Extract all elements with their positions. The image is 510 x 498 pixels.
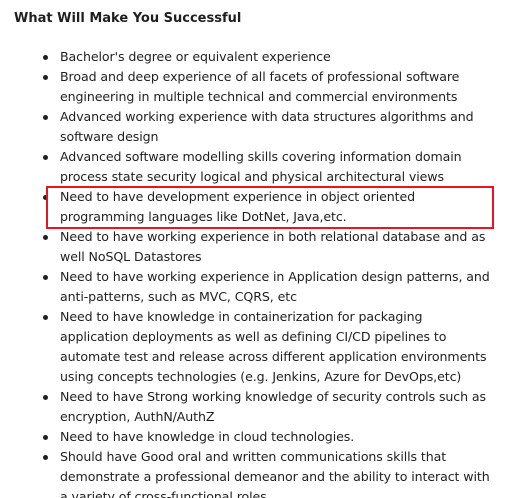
bullet-icon	[43, 115, 48, 120]
list-item-text: Advanced working experience with data st…	[60, 109, 474, 144]
job-requirements-page: What Will Make You Successful Bachelor's…	[0, 0, 510, 498]
list-item: Need to have Strong working knowledge of…	[0, 387, 490, 427]
list-item-text: Need to have working experience in Appli…	[60, 269, 490, 304]
list-item: Need to have knowledge in cloud technolo…	[0, 427, 490, 447]
bullet-icon	[43, 315, 48, 320]
bullet-icon	[43, 235, 48, 240]
bullet-icon	[43, 455, 48, 460]
bullet-icon	[43, 275, 48, 280]
list-item: Bachelor's degree or equivalent experien…	[0, 47, 490, 67]
list-item: Broad and deep experience of all facets …	[0, 67, 490, 107]
list-item: Advanced software modelling skills cover…	[0, 147, 490, 187]
requirements-list: Bachelor's degree or equivalent experien…	[0, 47, 490, 498]
list-item-text: Bachelor's degree or equivalent experien…	[60, 49, 331, 64]
list-item-text: Need to have working experience in both …	[60, 229, 486, 264]
list-item-text: Should have Good oral and written commun…	[60, 449, 490, 498]
bullet-icon	[43, 75, 48, 80]
list-item: Need to have knowledge in containerizati…	[0, 307, 490, 387]
bullet-icon	[43, 55, 48, 60]
list-item-text: Need to have knowledge in cloud technolo…	[60, 429, 355, 444]
list-item: Need to have working experience in both …	[0, 227, 490, 267]
list-item-text: Need to have knowledge in containerizati…	[60, 309, 487, 384]
list-item-text: Broad and deep experience of all facets …	[60, 69, 460, 104]
bullet-icon	[43, 155, 48, 160]
highlight-annotation-box	[46, 186, 494, 229]
list-item: Should have Good oral and written commun…	[0, 447, 490, 498]
list-item-text: Need to have Strong working knowledge of…	[60, 389, 486, 424]
bullet-icon	[43, 395, 48, 400]
list-item: Advanced working experience with data st…	[0, 107, 490, 147]
bullet-icon	[43, 435, 48, 440]
list-item-text: Advanced software modelling skills cover…	[60, 149, 462, 184]
section-heading: What Will Make You Successful	[14, 11, 242, 26]
list-item: Need to have working experience in Appli…	[0, 267, 490, 307]
